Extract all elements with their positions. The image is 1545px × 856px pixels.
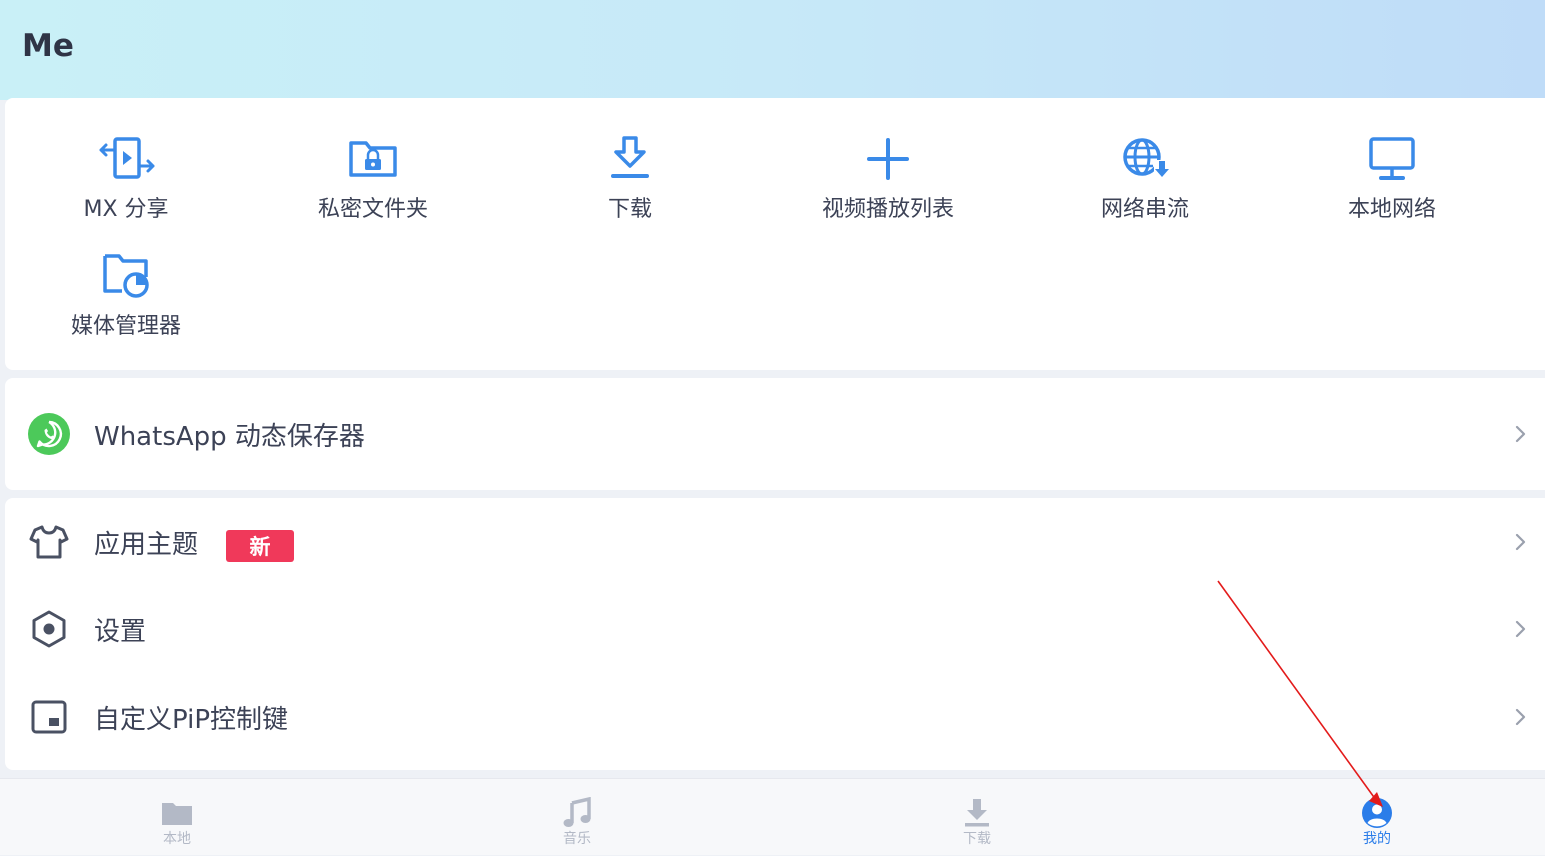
whatsapp-card: WhatsApp 动态保存器 bbox=[5, 378, 1545, 490]
nav-label: 本地 bbox=[163, 831, 191, 847]
row-label: 应用主题 bbox=[94, 529, 199, 560]
nav-download[interactable]: 下载 bbox=[877, 779, 1077, 856]
settings-card: 应用主题 新 设置 自定义PiP控制键 bbox=[5, 498, 1545, 770]
nav-me[interactable]: 我的 bbox=[1277, 779, 1477, 856]
row-label: WhatsApp 动态保存器 bbox=[94, 421, 365, 452]
settings-hex-icon bbox=[27, 607, 71, 651]
tools-card: MX 分享 私密文件夹 下载 视频播放列表 网络串流 本地网络 媒体管理器 bbox=[5, 98, 1545, 370]
nav-label: 我的 bbox=[1363, 831, 1391, 847]
tool-media-manager[interactable]: 媒体管理器 bbox=[26, 251, 226, 340]
header: Me bbox=[0, 0, 1545, 100]
tool-mx-share[interactable]: MX 分享 bbox=[26, 134, 226, 223]
app-theme-row[interactable]: 应用主题 新 bbox=[5, 502, 1545, 582]
tool-label: 下载 bbox=[607, 197, 652, 222]
row-label: 设置 bbox=[94, 616, 147, 647]
tshirt-icon bbox=[27, 520, 71, 564]
tool-label: 媒体管理器 bbox=[70, 314, 181, 339]
tool-network-stream[interactable]: 网络串流 bbox=[1045, 134, 1245, 223]
tool-label: 网络串流 bbox=[1100, 197, 1189, 222]
nav-label: 音乐 bbox=[563, 831, 591, 847]
new-badge: 新 bbox=[226, 530, 294, 562]
tool-local-network[interactable]: 本地网络 bbox=[1292, 134, 1492, 223]
tool-private-folder[interactable]: 私密文件夹 bbox=[273, 134, 473, 223]
private-folder-icon bbox=[343, 134, 403, 184]
bottom-nav: 本地 音乐 下载 我的 bbox=[0, 778, 1545, 855]
network-stream-icon bbox=[1115, 134, 1175, 184]
settings-row[interactable]: 设置 bbox=[5, 589, 1545, 669]
tool-video-playlist[interactable]: 视频播放列表 bbox=[788, 134, 988, 223]
whatsapp-status-saver-row[interactable]: WhatsApp 动态保存器 bbox=[5, 394, 1545, 474]
chevron-right-icon bbox=[1508, 422, 1532, 446]
tool-label: 本地网络 bbox=[1347, 197, 1436, 222]
pip-icon bbox=[27, 695, 71, 739]
tool-label: 视频播放列表 bbox=[821, 197, 954, 222]
music-icon bbox=[561, 797, 593, 829]
custom-pip-controls-row[interactable]: 自定义PiP控制键 bbox=[5, 677, 1545, 757]
tool-label: MX 分享 bbox=[83, 197, 169, 222]
nav-local[interactable]: 本地 bbox=[77, 779, 277, 856]
row-label: 自定义PiP控制键 bbox=[94, 704, 289, 735]
plus-icon bbox=[858, 134, 918, 184]
chevron-right-icon bbox=[1508, 530, 1532, 554]
media-manager-icon bbox=[96, 251, 156, 301]
folder-icon bbox=[161, 797, 193, 829]
page-title: Me bbox=[22, 28, 74, 64]
chevron-right-icon bbox=[1508, 617, 1532, 641]
whatsapp-icon bbox=[27, 412, 71, 456]
monitor-icon bbox=[1362, 134, 1422, 184]
download-icon bbox=[600, 134, 660, 184]
profile-icon bbox=[1361, 797, 1393, 829]
chevron-right-icon bbox=[1508, 705, 1532, 729]
nav-label: 下载 bbox=[963, 831, 991, 847]
tool-label: 私密文件夹 bbox=[317, 197, 428, 222]
tool-download[interactable]: 下载 bbox=[530, 134, 730, 223]
mx-share-icon bbox=[96, 134, 156, 184]
download-tray-icon bbox=[961, 797, 993, 829]
nav-music[interactable]: 音乐 bbox=[477, 779, 677, 856]
